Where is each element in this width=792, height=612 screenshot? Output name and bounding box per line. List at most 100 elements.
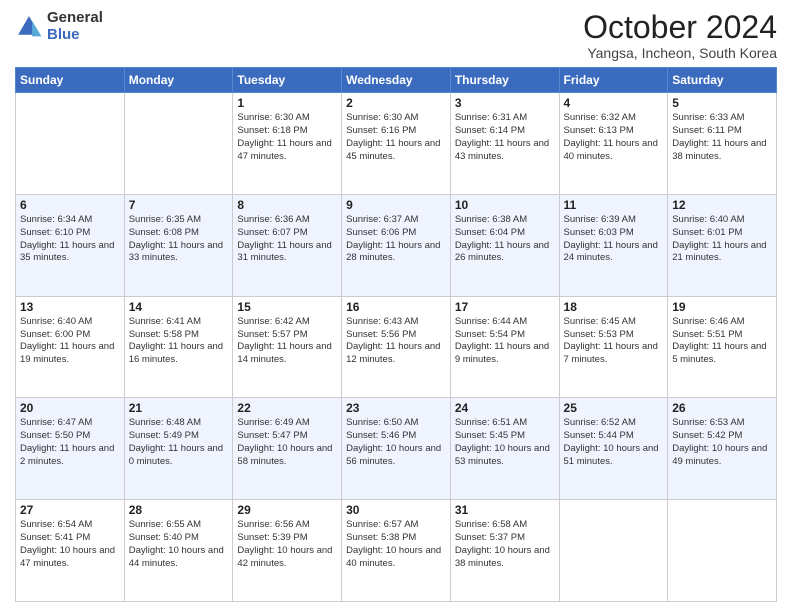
table-row: 22 Sunrise: 6:49 AM Sunset: 5:47 PM Dayli… xyxy=(233,398,342,500)
day-number: 26 xyxy=(672,401,772,415)
day-number: 12 xyxy=(672,198,772,212)
day-info: Sunrise: 6:35 AM Sunset: 6:08 PM Dayligh… xyxy=(129,214,229,265)
table-row: 1 Sunrise: 6:30 AM Sunset: 6:18 PM Daylig… xyxy=(233,93,342,195)
th-wednesday: Wednesday xyxy=(342,68,451,93)
day-info: Sunrise: 6:41 AM Sunset: 5:58 PM Dayligh… xyxy=(129,316,229,367)
day-info: Sunrise: 6:49 AM Sunset: 5:47 PM Dayligh… xyxy=(237,417,337,468)
day-info: Sunrise: 6:48 AM Sunset: 5:49 PM Dayligh… xyxy=(129,417,229,468)
day-info: Sunrise: 6:46 AM Sunset: 5:51 PM Dayligh… xyxy=(672,316,772,367)
table-row: 14 Sunrise: 6:41 AM Sunset: 5:58 PM Dayli… xyxy=(124,296,233,398)
day-number: 13 xyxy=(20,300,120,314)
table-row: 31 Sunrise: 6:58 AM Sunset: 5:37 PM Dayli… xyxy=(450,500,559,602)
table-row xyxy=(668,500,777,602)
day-info: Sunrise: 6:51 AM Sunset: 5:45 PM Dayligh… xyxy=(455,417,555,468)
table-row: 25Sunrise: 6:52 AM Sunset: 5:44 PM Dayli… xyxy=(559,398,668,500)
day-info: Sunrise: 6:39 AM Sunset: 6:03 PM Dayligh… xyxy=(564,214,664,265)
header-row: Sunday Monday Tuesday Wednesday Thursday… xyxy=(16,68,777,93)
table-row: 24 Sunrise: 6:51 AM Sunset: 5:45 PM Dayli… xyxy=(450,398,559,500)
day-number: 16 xyxy=(346,300,446,314)
table-row: 3Sunrise: 6:31 AM Sunset: 6:14 PM Daylig… xyxy=(450,93,559,195)
day-number: 6 xyxy=(20,198,120,212)
table-row: 26Sunrise: 6:53 AM Sunset: 5:42 PM Dayli… xyxy=(668,398,777,500)
day-number: 20 xyxy=(20,401,120,415)
day-info: Sunrise: 6:43 AM Sunset: 5:56 PM Dayligh… xyxy=(346,316,446,367)
table-row: 27 Sunrise: 6:54 AM Sunset: 5:41 PM Dayli… xyxy=(16,500,125,602)
day-info: Sunrise: 6:55 AM Sunset: 5:40 PM Dayligh… xyxy=(129,519,229,570)
table-row: 18Sunrise: 6:45 AM Sunset: 5:53 PM Dayli… xyxy=(559,296,668,398)
day-number: 14 xyxy=(129,300,229,314)
day-number: 7 xyxy=(129,198,229,212)
table-row: 4 Sunrise: 6:32 AM Sunset: 6:13 PM Daylig… xyxy=(559,93,668,195)
day-number: 5 xyxy=(672,96,772,110)
table-row: 28 Sunrise: 6:55 AM Sunset: 5:40 PM Dayli… xyxy=(124,500,233,602)
day-number: 17 xyxy=(455,300,555,314)
day-info: Sunrise: 6:30 AM Sunset: 6:18 PM Dayligh… xyxy=(237,112,337,163)
table-row: 5 Sunrise: 6:33 AM Sunset: 6:11 PM Daylig… xyxy=(668,93,777,195)
logo-general: General xyxy=(47,10,103,27)
calendar-week-row: 6 Sunrise: 6:34 AM Sunset: 6:10 PM Daylig… xyxy=(16,194,777,296)
calendar-week-row: 27 Sunrise: 6:54 AM Sunset: 5:41 PM Dayli… xyxy=(16,500,777,602)
table-row: 21Sunrise: 6:48 AM Sunset: 5:49 PM Dayli… xyxy=(124,398,233,500)
table-row xyxy=(559,500,668,602)
day-info: Sunrise: 6:42 AM Sunset: 5:57 PM Dayligh… xyxy=(237,316,337,367)
table-row: 16 Sunrise: 6:43 AM Sunset: 5:56 PM Dayli… xyxy=(342,296,451,398)
day-number: 4 xyxy=(564,96,664,110)
day-info: Sunrise: 6:44 AM Sunset: 5:54 PM Dayligh… xyxy=(455,316,555,367)
day-info: Sunrise: 6:33 AM Sunset: 6:11 PM Dayligh… xyxy=(672,112,772,163)
day-number: 11 xyxy=(564,198,664,212)
day-info: Sunrise: 6:34 AM Sunset: 6:10 PM Dayligh… xyxy=(20,214,120,265)
title-block: October 2024 Yangsa, Incheon, South Kore… xyxy=(583,10,777,61)
day-info: Sunrise: 6:31 AM Sunset: 6:14 PM Dayligh… xyxy=(455,112,555,163)
day-info: Sunrise: 6:56 AM Sunset: 5:39 PM Dayligh… xyxy=(237,519,337,570)
table-row: 20 Sunrise: 6:47 AM Sunset: 5:50 PM Dayli… xyxy=(16,398,125,500)
day-number: 31 xyxy=(455,503,555,517)
th-friday: Friday xyxy=(559,68,668,93)
day-info: Sunrise: 6:38 AM Sunset: 6:04 PM Dayligh… xyxy=(455,214,555,265)
table-row: 6 Sunrise: 6:34 AM Sunset: 6:10 PM Daylig… xyxy=(16,194,125,296)
page: General Blue October 2024 Yangsa, Incheo… xyxy=(0,0,792,612)
day-number: 24 xyxy=(455,401,555,415)
table-row: 9Sunrise: 6:37 AM Sunset: 6:06 PM Daylig… xyxy=(342,194,451,296)
day-number: 15 xyxy=(237,300,337,314)
logo-icon xyxy=(15,13,43,41)
day-number: 29 xyxy=(237,503,337,517)
day-number: 22 xyxy=(237,401,337,415)
table-row xyxy=(124,93,233,195)
table-row: 13Sunrise: 6:40 AM Sunset: 6:00 PM Dayli… xyxy=(16,296,125,398)
th-thursday: Thursday xyxy=(450,68,559,93)
day-number: 18 xyxy=(564,300,664,314)
table-row: 23Sunrise: 6:50 AM Sunset: 5:46 PM Dayli… xyxy=(342,398,451,500)
table-row: 7 Sunrise: 6:35 AM Sunset: 6:08 PM Daylig… xyxy=(124,194,233,296)
day-number: 27 xyxy=(20,503,120,517)
table-row: 12 Sunrise: 6:40 AM Sunset: 6:01 PM Dayli… xyxy=(668,194,777,296)
table-row: 11 Sunrise: 6:39 AM Sunset: 6:03 PM Dayli… xyxy=(559,194,668,296)
day-number: 10 xyxy=(455,198,555,212)
logo-blue: Blue xyxy=(47,27,103,44)
day-info: Sunrise: 6:54 AM Sunset: 5:41 PM Dayligh… xyxy=(20,519,120,570)
table-row: 10 Sunrise: 6:38 AM Sunset: 6:04 PM Dayli… xyxy=(450,194,559,296)
day-number: 19 xyxy=(672,300,772,314)
table-row: 19 Sunrise: 6:46 AM Sunset: 5:51 PM Dayli… xyxy=(668,296,777,398)
calendar-week-row: 20 Sunrise: 6:47 AM Sunset: 5:50 PM Dayli… xyxy=(16,398,777,500)
day-info: Sunrise: 6:47 AM Sunset: 5:50 PM Dayligh… xyxy=(20,417,120,468)
day-info: Sunrise: 6:52 AM Sunset: 5:44 PM Dayligh… xyxy=(564,417,664,468)
day-number: 2 xyxy=(346,96,446,110)
day-number: 23 xyxy=(346,401,446,415)
day-number: 8 xyxy=(237,198,337,212)
logo: General Blue xyxy=(15,10,103,43)
day-info: Sunrise: 6:36 AM Sunset: 6:07 PM Dayligh… xyxy=(237,214,337,265)
day-info: Sunrise: 6:32 AM Sunset: 6:13 PM Dayligh… xyxy=(564,112,664,163)
day-info: Sunrise: 6:30 AM Sunset: 6:16 PM Dayligh… xyxy=(346,112,446,163)
day-info: Sunrise: 6:40 AM Sunset: 6:01 PM Dayligh… xyxy=(672,214,772,265)
header: General Blue October 2024 Yangsa, Incheo… xyxy=(15,10,777,61)
table-row: 8 Sunrise: 6:36 AM Sunset: 6:07 PM Daylig… xyxy=(233,194,342,296)
th-monday: Monday xyxy=(124,68,233,93)
table-row: 17 Sunrise: 6:44 AM Sunset: 5:54 PM Dayli… xyxy=(450,296,559,398)
table-row: 15 Sunrise: 6:42 AM Sunset: 5:57 PM Dayli… xyxy=(233,296,342,398)
day-number: 28 xyxy=(129,503,229,517)
day-info: Sunrise: 6:58 AM Sunset: 5:37 PM Dayligh… xyxy=(455,519,555,570)
day-number: 1 xyxy=(237,96,337,110)
day-info: Sunrise: 6:57 AM Sunset: 5:38 PM Dayligh… xyxy=(346,519,446,570)
th-sunday: Sunday xyxy=(16,68,125,93)
table-row: 29 Sunrise: 6:56 AM Sunset: 5:39 PM Dayli… xyxy=(233,500,342,602)
